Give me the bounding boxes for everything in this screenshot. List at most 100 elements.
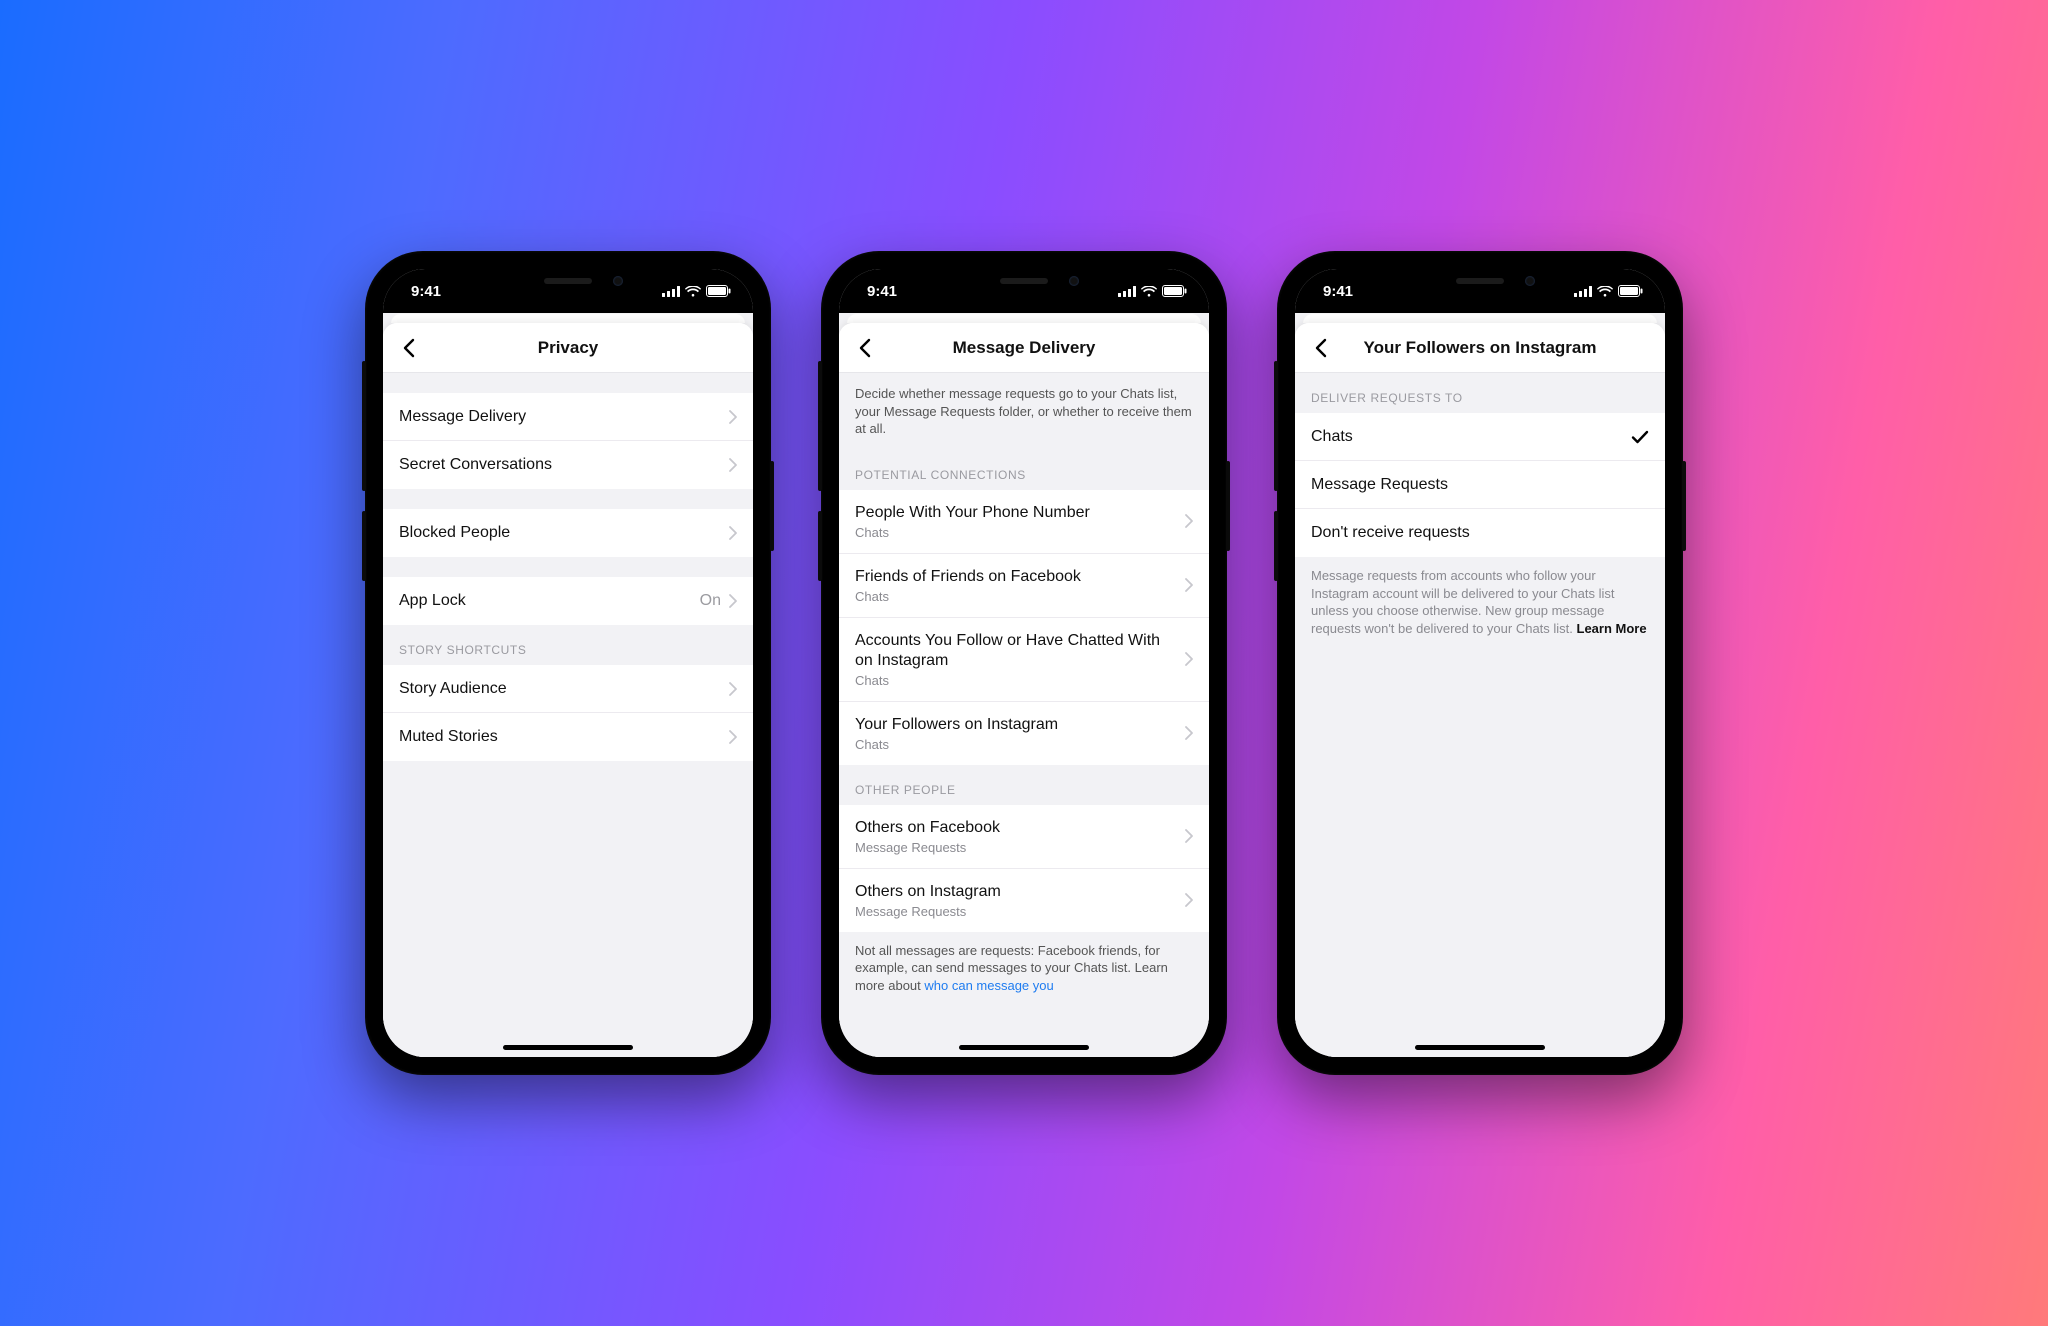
row-sub: Message Requests: [855, 904, 1001, 919]
chevron-right-icon: [729, 682, 737, 696]
row-label: Muted Stories: [399, 727, 498, 747]
back-button[interactable]: [849, 333, 879, 363]
status-icons: [1574, 285, 1643, 297]
wifi-icon: [685, 286, 701, 297]
row-others-facebook[interactable]: Others on Facebook Message Requests: [839, 805, 1209, 869]
chevron-right-icon: [1185, 829, 1193, 843]
row-phone-number[interactable]: People With Your Phone Number Chats: [839, 490, 1209, 554]
row-label: Story Audience: [399, 679, 507, 699]
chevron-right-icon: [1185, 514, 1193, 528]
row-label: Chats: [1311, 427, 1353, 447]
cell-signal-icon: [662, 286, 680, 297]
content-area: Message Delivery Secret Conversations Bl…: [383, 373, 753, 1057]
row-story-audience[interactable]: Story Audience: [383, 665, 753, 713]
nav-bar: Your Followers on Instagram: [1295, 323, 1665, 373]
phone-privacy: 9:41 Privacy: [365, 251, 771, 1075]
page-title: Privacy: [538, 338, 599, 358]
home-indicator[interactable]: [1415, 1045, 1545, 1050]
row-label: Your Followers on Instagram: [855, 715, 1058, 735]
footnote: Message requests from accounts who follo…: [1295, 557, 1665, 653]
battery-icon: [1618, 285, 1643, 297]
section-header-deliver: DELIVER REQUESTS TO: [1295, 373, 1665, 413]
option-dont-receive[interactable]: Don't receive requests: [1295, 509, 1665, 557]
phone-followers-instagram: 9:41 Your Followers on Instagram DELIVER…: [1277, 251, 1683, 1075]
section-header-story-shortcuts: STORY SHORTCUTS: [383, 625, 753, 665]
footnote-link[interactable]: who can message you: [924, 978, 1053, 993]
content-area: Decide whether message requests go to yo…: [839, 373, 1209, 1057]
sheet-peek: [391, 313, 745, 323]
row-label: Others on Instagram: [855, 882, 1001, 902]
wifi-icon: [1141, 286, 1157, 297]
row-label: App Lock: [399, 591, 466, 611]
chevron-left-icon: [858, 338, 871, 358]
sheet-peek: [847, 313, 1201, 323]
row-label: Message Delivery: [399, 407, 526, 427]
footnote: Not all messages are requests: Facebook …: [839, 932, 1209, 1011]
row-blocked-people[interactable]: Blocked People: [383, 509, 753, 557]
row-sub: Message Requests: [855, 840, 1000, 855]
home-indicator[interactable]: [959, 1045, 1089, 1050]
battery-icon: [706, 285, 731, 297]
row-instagram-following[interactable]: Accounts You Follow or Have Chatted With…: [839, 618, 1209, 702]
chevron-right-icon: [1185, 652, 1193, 666]
notch: [473, 269, 663, 297]
cell-signal-icon: [1118, 286, 1136, 297]
status-icons: [1118, 285, 1187, 297]
row-label: Message Requests: [1311, 475, 1448, 495]
row-instagram-followers[interactable]: Your Followers on Instagram Chats: [839, 702, 1209, 765]
status-time: 9:41: [1323, 283, 1353, 300]
row-value: On: [700, 592, 721, 610]
chevron-right-icon: [729, 410, 737, 424]
nav-bar: Message Delivery: [839, 323, 1209, 373]
row-label: Secret Conversations: [399, 455, 552, 475]
chevron-left-icon: [402, 338, 415, 358]
home-indicator[interactable]: [503, 1045, 633, 1050]
row-label: Blocked People: [399, 523, 510, 543]
footnote-text: Message requests from accounts who follo…: [1311, 568, 1614, 636]
notch: [1385, 269, 1575, 297]
footnote-learn-more[interactable]: Learn More: [1577, 621, 1647, 636]
phone-message-delivery: 9:41 Message Delivery Decide whether mes…: [821, 251, 1227, 1075]
row-message-delivery[interactable]: Message Delivery: [383, 393, 753, 441]
section-header-other: OTHER PEOPLE: [839, 765, 1209, 805]
status-icons: [662, 285, 731, 297]
row-label: Friends of Friends on Facebook: [855, 567, 1081, 587]
option-chats[interactable]: Chats: [1295, 413, 1665, 461]
page-title: Message Delivery: [953, 338, 1096, 358]
wifi-icon: [1597, 286, 1613, 297]
content-area: DELIVER REQUESTS TO Chats Message Reques…: [1295, 373, 1665, 1057]
row-others-instagram[interactable]: Others on Instagram Message Requests: [839, 869, 1209, 932]
notch: [929, 269, 1119, 297]
nav-bar: Privacy: [383, 323, 753, 373]
battery-icon: [1162, 285, 1187, 297]
row-sub: Chats: [855, 525, 1090, 540]
chevron-right-icon: [729, 458, 737, 472]
row-muted-stories[interactable]: Muted Stories: [383, 713, 753, 761]
row-label: People With Your Phone Number: [855, 503, 1090, 523]
row-friends-of-friends[interactable]: Friends of Friends on Facebook Chats: [839, 554, 1209, 618]
chevron-right-icon: [729, 526, 737, 540]
chevron-right-icon: [729, 594, 737, 608]
row-label: Others on Facebook: [855, 818, 1000, 838]
section-header-potential: POTENTIAL CONNECTIONS: [839, 450, 1209, 490]
cell-signal-icon: [1574, 286, 1592, 297]
row-label: Accounts You Follow or Have Chatted With…: [855, 631, 1177, 671]
row-label: Don't receive requests: [1311, 523, 1470, 543]
row-sub: Chats: [855, 737, 1058, 752]
chevron-left-icon: [1314, 338, 1327, 358]
row-secret-conversations[interactable]: Secret Conversations: [383, 441, 753, 489]
row-app-lock[interactable]: App Lock On: [383, 577, 753, 625]
page-title: Your Followers on Instagram: [1364, 338, 1597, 358]
back-button[interactable]: [1305, 333, 1335, 363]
option-message-requests[interactable]: Message Requests: [1295, 461, 1665, 509]
chevron-right-icon: [729, 730, 737, 744]
row-sub: Chats: [855, 589, 1081, 604]
row-sub: Chats: [855, 673, 1177, 688]
check-icon: [1631, 430, 1649, 444]
chevron-right-icon: [1185, 578, 1193, 592]
back-button[interactable]: [393, 333, 423, 363]
status-time: 9:41: [411, 283, 441, 300]
chevron-right-icon: [1185, 893, 1193, 907]
chevron-right-icon: [1185, 726, 1193, 740]
status-time: 9:41: [867, 283, 897, 300]
